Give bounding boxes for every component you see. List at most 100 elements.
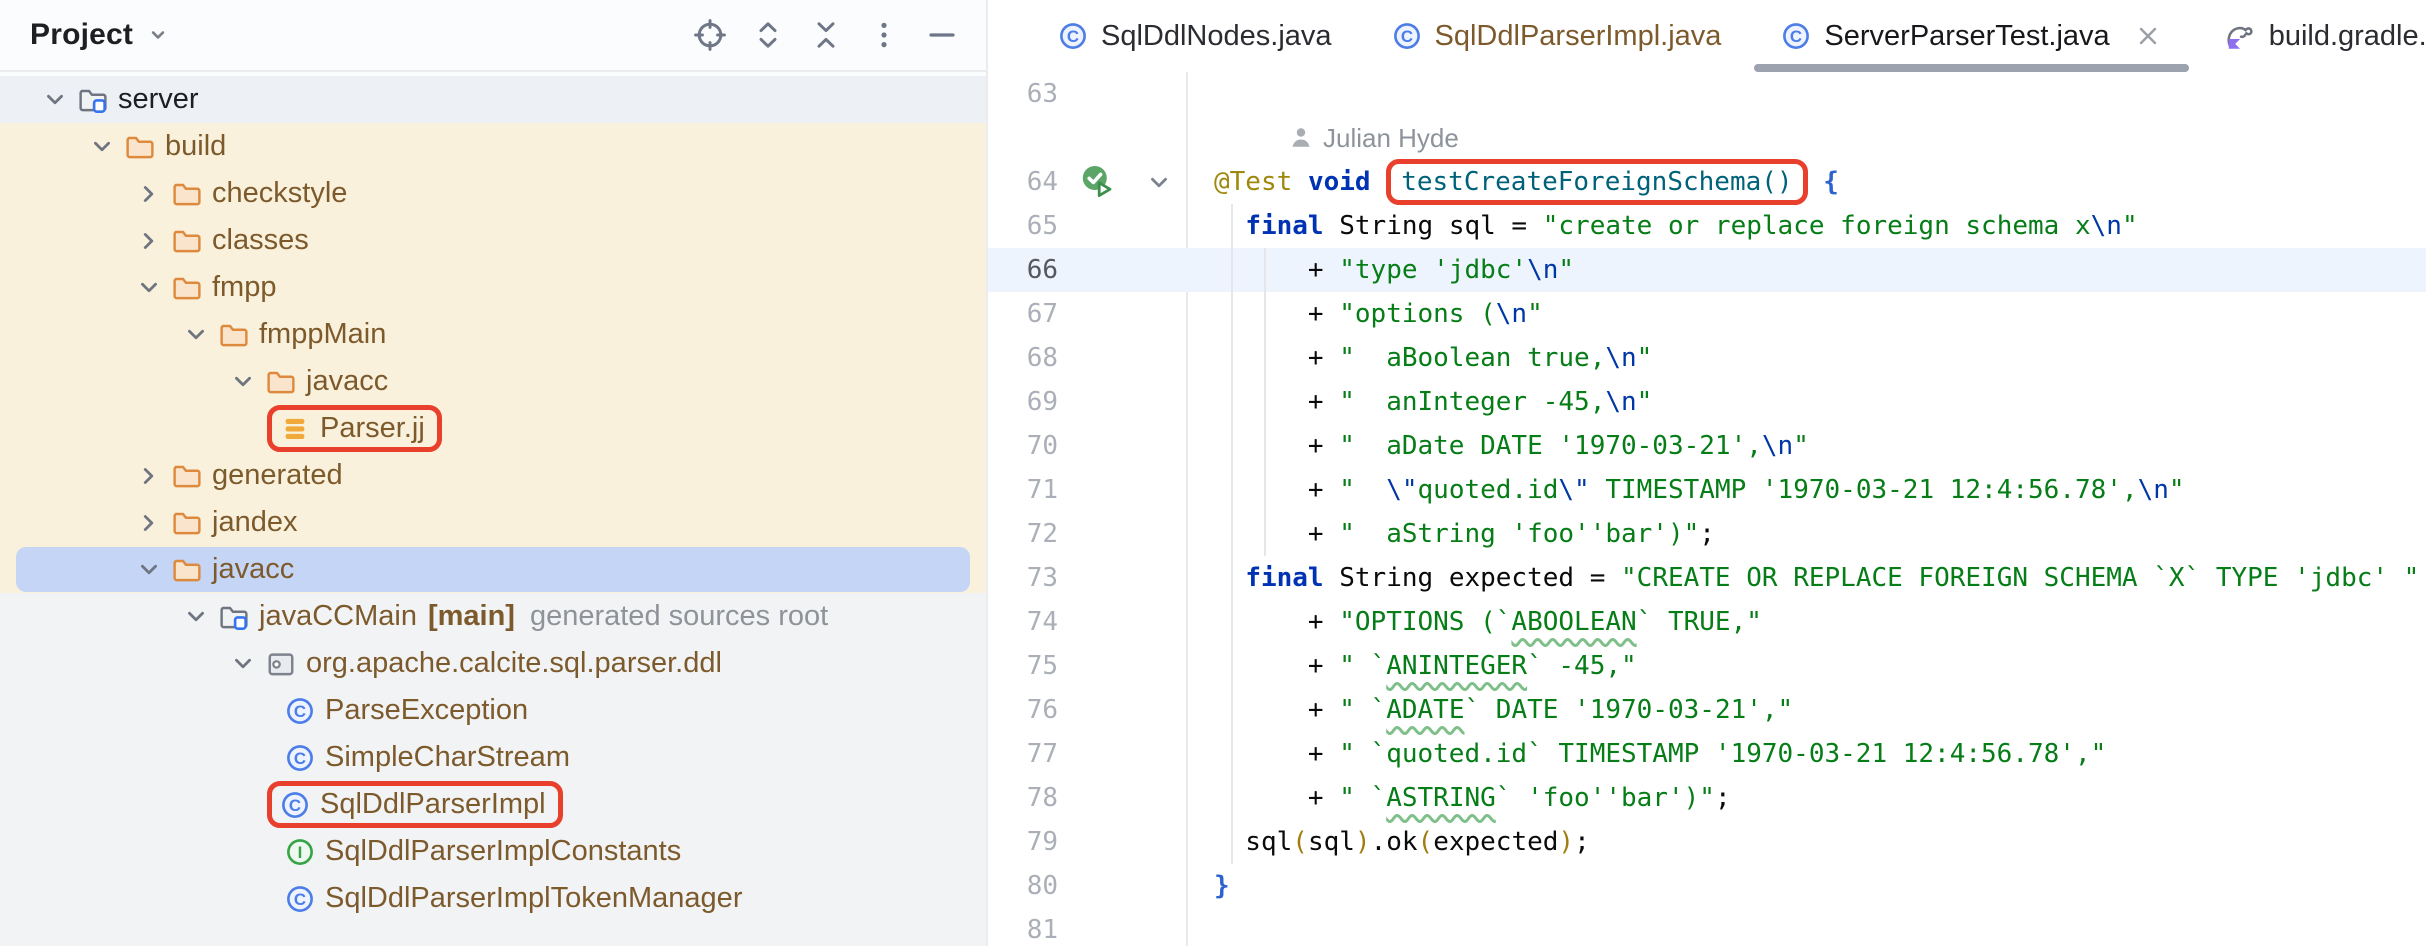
code-text: + " aDate DATE '1970-03-21',\n" xyxy=(1214,424,1809,468)
expand-all-button[interactable] xyxy=(750,17,786,53)
svg-text:C: C xyxy=(1400,27,1412,46)
close-tab-icon[interactable] xyxy=(2134,22,2162,50)
tree-row-javaccmain[interactable]: javaCCMain[main]generated sources root xyxy=(0,593,986,640)
line-number: 66 xyxy=(988,248,1058,292)
code-text: final String expected = "CREATE OR REPLA… xyxy=(1214,556,2419,600)
hide-panel-button[interactable] xyxy=(924,17,960,53)
line-number: 69 xyxy=(988,380,1058,424)
code-text: } xyxy=(1214,864,1230,908)
chevron-right-icon[interactable] xyxy=(134,179,164,209)
tree-item-label: org.apache.calcite.sql.parser.ddl xyxy=(306,647,722,680)
code-text: sql(sql).ok(expected); xyxy=(1214,820,1590,864)
code-line-67[interactable]: 67 + "options (\n" xyxy=(988,292,2426,336)
tree-item-label: javacc xyxy=(306,365,388,398)
chevron-down-icon[interactable] xyxy=(181,602,211,632)
code-line-77[interactable]: 77 + " `quoted.id` TIMESTAMP '1970-03-21… xyxy=(988,732,2426,776)
tree-row-checkstyle[interactable]: checkstyle xyxy=(0,170,986,217)
tree-row-content: javacc xyxy=(228,365,388,398)
code-line-81[interactable]: 81 xyxy=(988,908,2426,946)
tree-row-content: classes xyxy=(134,224,309,257)
code-text: + "options (\n" xyxy=(1214,292,1543,336)
locate-file-button[interactable] xyxy=(692,17,728,53)
tree-item-label: fmppMain xyxy=(259,318,386,351)
tree-item-label: SimpleCharStream xyxy=(325,741,570,774)
tab-sqlddlparserimpl-java[interactable]: CSqlDdlParserImpl.java xyxy=(1362,0,1752,72)
code-text: + " `ADATE` DATE '1970-03-21'," xyxy=(1214,688,1793,732)
line-number: 76 xyxy=(988,688,1058,732)
interface-icon: I xyxy=(285,837,315,867)
folder-icon xyxy=(172,179,202,209)
tab-build-gradle-kts[interactable]: build.gradle.kts xyxy=(2192,0,2426,72)
chevron-down-icon[interactable] xyxy=(87,132,117,162)
collapse-all-button[interactable] xyxy=(808,17,844,53)
chevron-down-icon[interactable] xyxy=(134,273,164,303)
ide-window: Project server build checkstyle classes fmpp… xyxy=(0,0,2426,946)
class-icon: C xyxy=(1058,21,1088,51)
code-line-75[interactable]: 75 + " `ANINTEGER` -45," xyxy=(988,644,2426,688)
tree-row-simplecharstream[interactable]: C SimpleCharStream xyxy=(0,734,986,781)
code-line-79[interactable]: 79 sql(sql).ok(expected); xyxy=(988,820,2426,864)
code-line-72[interactable]: 72 + " aString 'foo''bar')"; xyxy=(988,512,2426,556)
tree-row-sqlddlparserimplconstants[interactable]: ISqlDdlParserImplConstants xyxy=(0,828,986,875)
chevron-down-icon[interactable] xyxy=(228,649,258,679)
module-main-badge: [main] xyxy=(428,600,515,633)
folder-icon xyxy=(125,132,155,162)
tree-row-generated[interactable]: generated xyxy=(0,452,986,499)
svg-text:C: C xyxy=(294,749,306,768)
tree-row-fmppmain[interactable]: fmppMain xyxy=(0,311,986,358)
tree-row-org-apache-calcite-sql-parser-ddl[interactable]: org.apache.calcite.sql.parser.ddl xyxy=(0,640,986,687)
chevron-right-icon[interactable] xyxy=(134,226,164,256)
chevron-down-icon[interactable] xyxy=(40,85,70,115)
tree-row-fmpp[interactable]: fmpp xyxy=(0,264,986,311)
method-name: testCreateForeignSchema() xyxy=(1401,167,1792,197)
tab-sqlddlnodes-java[interactable]: CSqlDdlNodes.java xyxy=(1028,0,1362,72)
tree-row-javacc[interactable]: javacc xyxy=(0,546,986,593)
code-line-78[interactable]: 78 + " `ASTRING` 'foo''bar')"; xyxy=(988,776,2426,820)
tree-row-jandex[interactable]: jandex xyxy=(0,499,986,546)
code-line-71[interactable]: 71 + " \"quoted.id\" TIMESTAMP '1970-03-… xyxy=(988,468,2426,512)
project-tree: server build checkstyle classes fmpp fmppMain… xyxy=(0,76,986,946)
code-text: + " anInteger -45,\n" xyxy=(1214,380,1652,424)
chevron-down-icon[interactable] xyxy=(181,320,211,350)
code-author-inlay[interactable]: Julian Hyde xyxy=(988,116,2426,160)
code-text: + " `ANINTEGER` -45," xyxy=(1214,644,1637,688)
folder-icon xyxy=(172,555,202,585)
code-line-63[interactable]: 63 xyxy=(988,72,2426,116)
tree-row-sqlddlparserimpltokenmanager[interactable]: CSqlDdlParserImplTokenManager xyxy=(0,875,986,922)
chevron-down-icon[interactable] xyxy=(145,22,171,48)
chevron-right-icon[interactable] xyxy=(134,461,164,491)
tree-row-javacc[interactable]: javacc xyxy=(0,358,986,405)
code-text: + " aString 'foo''bar')"; xyxy=(1214,512,1715,556)
code-line-64[interactable]: 64@Test void testCreateForeignSchema() { xyxy=(988,160,2426,204)
tree-row-parser-jj[interactable]: Parser.jj xyxy=(0,405,986,452)
tree-row-server[interactable]: server xyxy=(0,76,986,123)
svg-text:I: I xyxy=(298,843,303,862)
tab-serverparsertest-java[interactable]: CServerParserTest.java xyxy=(1751,0,2191,72)
chevron-down-icon[interactable] xyxy=(134,555,164,585)
tree-row-content: build xyxy=(87,130,226,163)
chevron-right-icon[interactable] xyxy=(134,508,164,538)
code-line-65[interactable]: 65 final String sql = "create or replace… xyxy=(988,204,2426,248)
tree-row-build[interactable]: build xyxy=(0,123,986,170)
code-line-73[interactable]: 73 final String expected = "CREATE OR RE… xyxy=(988,556,2426,600)
tree-row-content: ISqlDdlParserImplConstants xyxy=(275,835,681,868)
chevron-down-icon[interactable] xyxy=(228,367,258,397)
line-number: 65 xyxy=(988,204,1058,248)
tree-row-sqlddlparserimpl[interactable]: CSqlDdlParserImpl xyxy=(0,781,986,828)
code-line-76[interactable]: 76 + " `ADATE` DATE '1970-03-21'," xyxy=(988,688,2426,732)
code-text: @Test void testCreateForeignSchema() { xyxy=(1214,160,1839,204)
tree-row-parseexception[interactable]: CParseException xyxy=(0,687,986,734)
project-panel-title: Project xyxy=(30,18,133,52)
tree-row-classes[interactable]: classes xyxy=(0,217,986,264)
more-options-button[interactable] xyxy=(866,17,902,53)
run-test-passed-icon[interactable] xyxy=(1080,164,1116,200)
fold-chevron-down-icon[interactable] xyxy=(1144,168,1174,198)
code-area[interactable]: 63Julian Hyde64@Test void testCreateFore… xyxy=(988,72,2426,946)
code-line-66[interactable]: 66 + "type 'jdbc'\n" xyxy=(988,248,2426,292)
code-line-74[interactable]: 74 + "OPTIONS (`ABOOLEAN` TRUE," xyxy=(988,600,2426,644)
jjfile-icon xyxy=(280,414,310,444)
code-line-69[interactable]: 69 + " anInteger -45,\n" xyxy=(988,380,2426,424)
code-line-68[interactable]: 68 + " aBoolean true,\n" xyxy=(988,336,2426,380)
code-line-80[interactable]: 80} xyxy=(988,864,2426,908)
code-line-70[interactable]: 70 + " aDate DATE '1970-03-21',\n" xyxy=(988,424,2426,468)
